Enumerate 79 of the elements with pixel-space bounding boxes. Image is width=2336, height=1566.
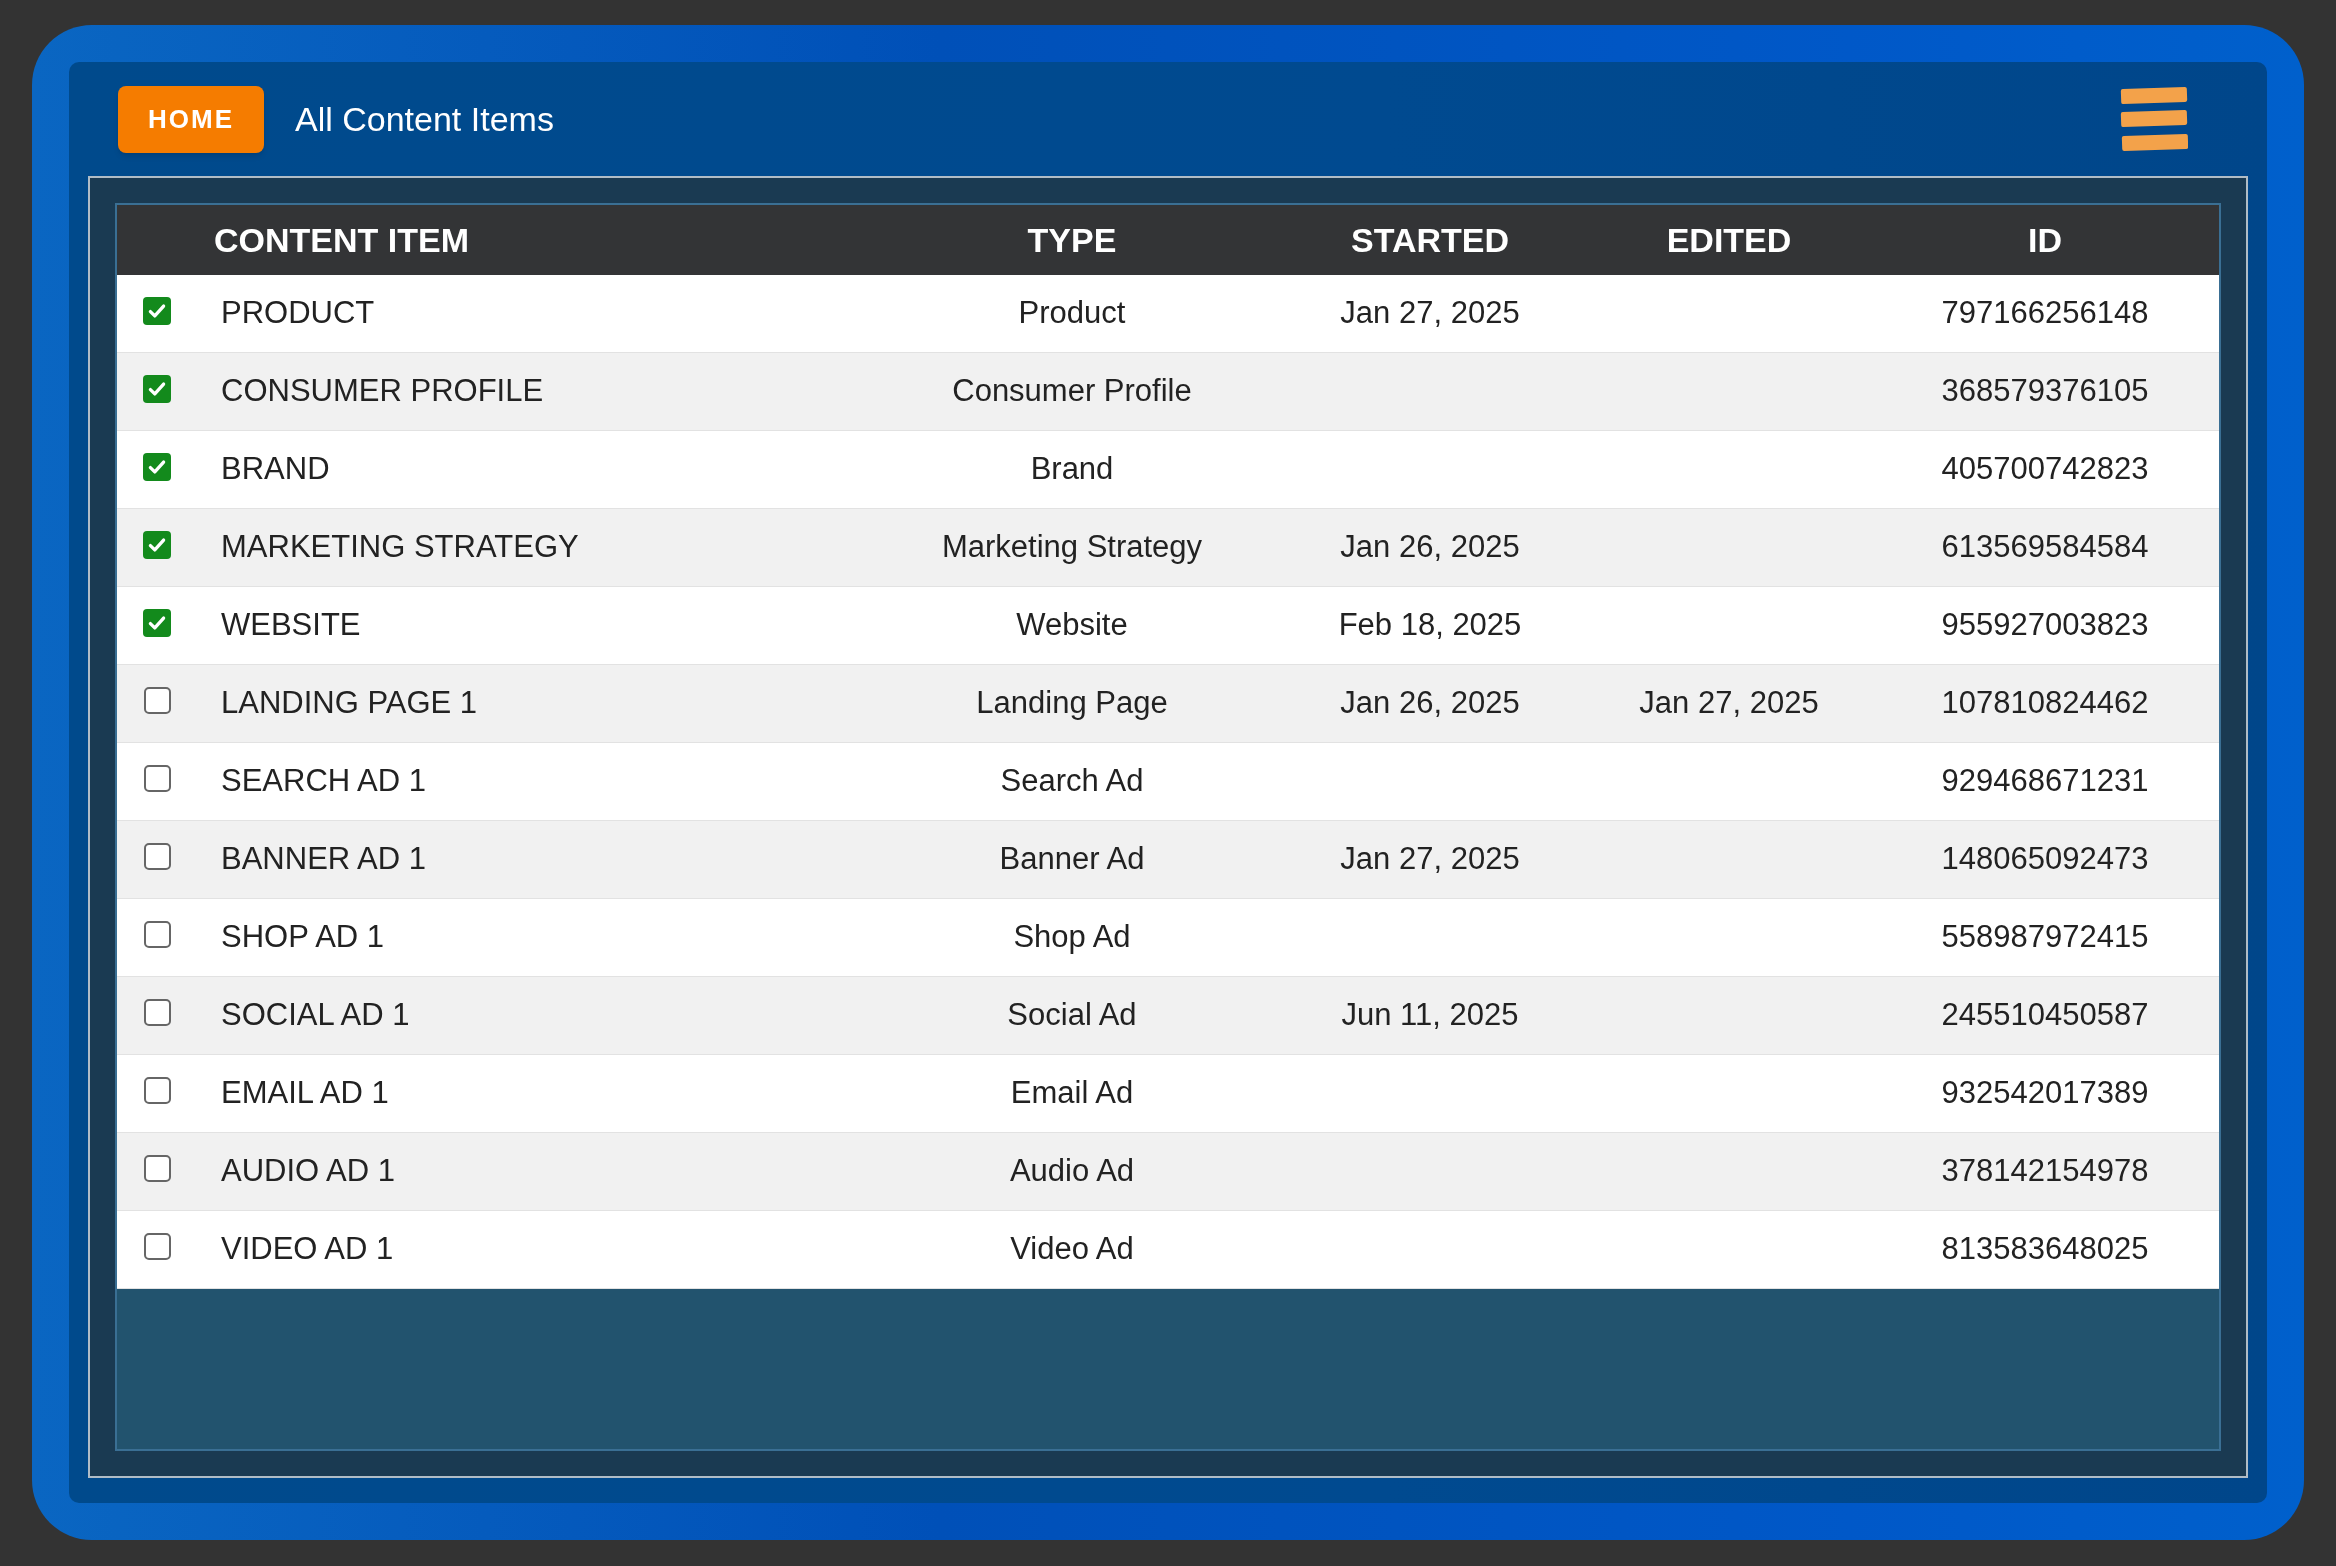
table-cell-text: SEARCH AD 1 — [220, 762, 426, 801]
table-cell-text: Landing Page — [976, 684, 1168, 723]
table-cell-text: EMAIL AD 1 — [220, 1074, 389, 1113]
table-row[interactable]: BRAND Brand 405700742823 — [117, 431, 2219, 509]
table-cell-text: MARKETING STRATEGY — [220, 528, 579, 567]
table-row[interactable]: LANDING PAGE 1 Landing Page Jan 26, 2025 Jan 27, 2025 107810824462 — [117, 665, 2219, 743]
checkbox[interactable] — [143, 1077, 171, 1104]
checkbox[interactable] — [143, 530, 171, 559]
table-cell-text: 929468671231 — [1941, 762, 2149, 801]
table-cell-text: Shop Ad — [1013, 918, 1131, 957]
column-header: CONTENT ITEM — [213, 219, 469, 261]
column-header: EDITED — [1666, 219, 1792, 261]
checkbox[interactable] — [143, 374, 171, 403]
table-cell-text: 148065092473 — [1941, 840, 2149, 879]
table-row[interactable]: SOCIAL AD 1 Social Ad Jun 11, 2025 245510450587 — [117, 977, 2219, 1055]
table-cell-text: 368579376105 — [1941, 372, 2149, 411]
table-cell-text: Feb 18, 2025 — [1338, 606, 1522, 645]
table-cell-text: Audio Ad — [1009, 1152, 1135, 1191]
table-row[interactable]: VIDEO AD 1 Video Ad 813583648025 — [117, 1211, 2219, 1289]
table-cell-text: SOCIAL AD 1 — [220, 996, 410, 1035]
checkbox[interactable] — [143, 296, 171, 325]
table-cell-text: 797166256148 — [1941, 294, 2149, 333]
table-cell-text: 107810824462 — [1941, 684, 2149, 723]
table-cell-text: Brand — [1030, 450, 1114, 489]
checkbox[interactable] — [143, 1233, 171, 1260]
checkbox[interactable] — [143, 608, 171, 637]
checkbox[interactable] — [143, 921, 171, 948]
table-row[interactable]: SEARCH AD 1 Search Ad 929468671231 — [117, 743, 2219, 821]
table-cell-text: Website — [1016, 606, 1128, 645]
checkbox[interactable] — [143, 999, 171, 1026]
table-cell-text: WEBSITE — [220, 606, 361, 645]
table-cell-text: Search Ad — [1000, 762, 1144, 801]
table-row[interactable]: MARKETING STRATEGY Marketing Strategy Jan 26, 2025 613569584584 — [117, 509, 2219, 587]
table-cell-text: VIDEO AD 1 — [220, 1230, 394, 1269]
table-cell-text: 955927003823 — [1941, 606, 2149, 645]
checkbox[interactable] — [143, 765, 171, 792]
table-cell-text: AUDIO AD 1 — [220, 1152, 395, 1191]
table-cell-text: Jan 26, 2025 — [1340, 528, 1520, 567]
table-cell-text: 405700742823 — [1941, 450, 2149, 489]
table-row[interactable]: EMAIL AD 1 Email Ad 932542017389 — [117, 1055, 2219, 1133]
checkbox[interactable] — [143, 687, 171, 714]
table-cell-text: CONSUMER PROFILE — [220, 372, 544, 411]
table-cell-text: Product — [1018, 294, 1126, 333]
page-title: All Content Items — [295, 98, 554, 140]
table-cell-text: SHOP AD 1 — [220, 918, 385, 957]
table-cell-text: Jan 27, 2025 — [1639, 684, 1819, 723]
table-row[interactable]: BANNER AD 1 Banner Ad Jan 27, 2025 148065092473 — [117, 821, 2219, 899]
table-row[interactable]: AUDIO AD 1 Audio Ad 378142154978 — [117, 1133, 2219, 1211]
table-cell-text: BRAND — [220, 450, 330, 489]
table-cell-text: 813583648025 — [1941, 1230, 2149, 1269]
table-cell-text: Social Ad — [1007, 996, 1137, 1035]
column-header: TYPE — [1027, 219, 1117, 261]
column-header: STARTED — [1351, 219, 1509, 261]
table-cell-text: LANDING PAGE 1 — [220, 684, 478, 723]
table-cell-text: Marketing Strategy — [941, 528, 1203, 567]
checkbox[interactable] — [143, 843, 171, 870]
table-cell-text: BANNER AD 1 — [220, 840, 426, 879]
table-cell-text: 245510450587 — [1941, 996, 2149, 1035]
table-row[interactable]: WEBSITE Website Feb 18, 2025 955927003823 — [117, 587, 2219, 665]
table-cell-text: 613569584584 — [1941, 528, 2149, 567]
column-header: ID — [2028, 219, 2062, 261]
table-cell-text: Jan 26, 2025 — [1340, 684, 1520, 723]
table-row[interactable]: PRODUCT Product Jan 27, 2025 797166256148 — [117, 275, 2219, 353]
checkbox[interactable] — [143, 1155, 171, 1182]
table-cell-text: Jan 27, 2025 — [1340, 840, 1520, 879]
table-cell-text: Consumer Profile — [952, 372, 1192, 411]
table-cell-text: Jan 27, 2025 — [1340, 294, 1520, 333]
table-row[interactable]: CONSUMER PROFILE Consumer Profile 368579376105 — [117, 353, 2219, 431]
table-cell-text: Video Ad — [1010, 1230, 1134, 1269]
table-cell-text: Email Ad — [1010, 1074, 1134, 1113]
table-cell-text: 378142154978 — [1941, 1152, 2149, 1191]
table-cell-text: PRODUCT — [220, 294, 375, 333]
table-row[interactable]: SHOP AD 1 Shop Ad 558987972415 — [117, 899, 2219, 977]
menu-icon[interactable] — [2120, 85, 2188, 153]
table-cell-text: 558987972415 — [1941, 918, 2149, 957]
table-cell-text: Banner Ad — [999, 840, 1145, 879]
checkbox[interactable] — [143, 452, 171, 481]
table-cell-text: Jun 11, 2025 — [1341, 996, 1519, 1035]
table-cell-text: 932542017389 — [1941, 1074, 2149, 1113]
